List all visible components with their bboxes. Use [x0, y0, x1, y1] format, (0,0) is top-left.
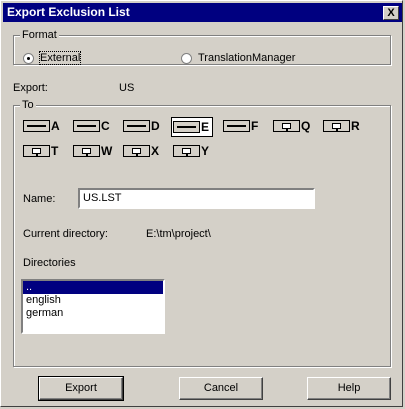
floppy-drive-icon — [23, 120, 50, 132]
drive-r-letter: R — [351, 119, 360, 133]
export-value: US — [119, 82, 135, 94]
network-drive-icon — [123, 145, 150, 157]
network-drive-icon — [323, 120, 350, 132]
drive-d-letter: D — [151, 119, 160, 133]
radio-external[interactable]: External — [23, 51, 82, 65]
network-drive-icon — [73, 145, 100, 157]
hard-drive-icon — [73, 120, 100, 132]
close-button[interactable]: X — [383, 6, 399, 20]
drive-f-button[interactable]: F — [223, 118, 258, 134]
drive-c-letter: C — [101, 119, 110, 133]
cancel-button-label: Cancel — [203, 382, 239, 394]
help-button-label: Help — [337, 382, 361, 394]
drive-q-letter: Q — [301, 119, 311, 133]
drive-y-letter: Y — [201, 144, 210, 158]
format-legend: Format — [20, 29, 59, 41]
drive-x-button[interactable]: X — [123, 143, 159, 159]
drive-w-letter: W — [101, 144, 113, 158]
removable-drive-icon — [223, 120, 250, 132]
network-drive-icon — [23, 145, 50, 157]
hard-drive-icon — [123, 120, 150, 132]
help-button[interactable]: Help — [307, 377, 391, 400]
directory-item[interactable]: german — [23, 307, 163, 320]
drive-a-button[interactable]: A — [23, 118, 60, 134]
directory-item[interactable]: english — [23, 294, 163, 307]
drive-d-button[interactable]: D — [123, 118, 160, 134]
directories-label: Directories — [23, 257, 76, 269]
radio-external-indicator — [23, 52, 34, 64]
drive-t-letter: T — [51, 144, 59, 158]
drive-a-letter: A — [51, 119, 60, 133]
export-button-label: Export — [65, 382, 97, 394]
dialog-title: Export Exclusion List — [7, 5, 130, 19]
to-legend: To — [20, 99, 36, 111]
directory-item[interactable]: .. — [23, 281, 163, 294]
network-drive-icon — [273, 120, 300, 132]
drive-w-button[interactable]: W — [73, 143, 112, 159]
directories-listbox[interactable]: .. english german — [21, 279, 165, 334]
current-directory-label: Current directory: — [23, 228, 108, 240]
name-label: Name: — [23, 193, 56, 205]
drive-e-letter: E — [201, 120, 210, 134]
radio-translationmanager-indicator — [181, 52, 192, 64]
radio-external-label: External — [38, 51, 82, 65]
drive-r-button[interactable]: R — [323, 118, 360, 134]
drive-t-button[interactable]: T — [23, 143, 58, 159]
network-drive-icon — [173, 145, 200, 157]
name-field[interactable]: US.LST — [78, 188, 315, 209]
title-bar: Export Exclusion List X — [3, 3, 402, 22]
radio-translationmanager-label: TranslationManager — [198, 52, 296, 64]
drive-q-button[interactable]: Q — [273, 118, 310, 134]
radio-translationmanager[interactable]: TranslationManager — [181, 52, 295, 64]
drive-y-button[interactable]: Y — [173, 143, 209, 159]
drive-f-letter: F — [251, 119, 259, 133]
drive-c-button[interactable]: C — [73, 118, 110, 134]
cancel-button[interactable]: Cancel — [179, 377, 263, 400]
drive-x-letter: X — [151, 144, 160, 158]
export-exclusion-dialog: Export Exclusion List X Format External … — [0, 0, 403, 407]
drive-e-button[interactable]: E — [171, 117, 213, 137]
current-directory-value: E:\tm\project\ — [146, 228, 211, 240]
export-button[interactable]: Export — [38, 376, 124, 401]
export-label: Export: — [13, 82, 48, 94]
hard-drive-icon — [173, 121, 200, 133]
